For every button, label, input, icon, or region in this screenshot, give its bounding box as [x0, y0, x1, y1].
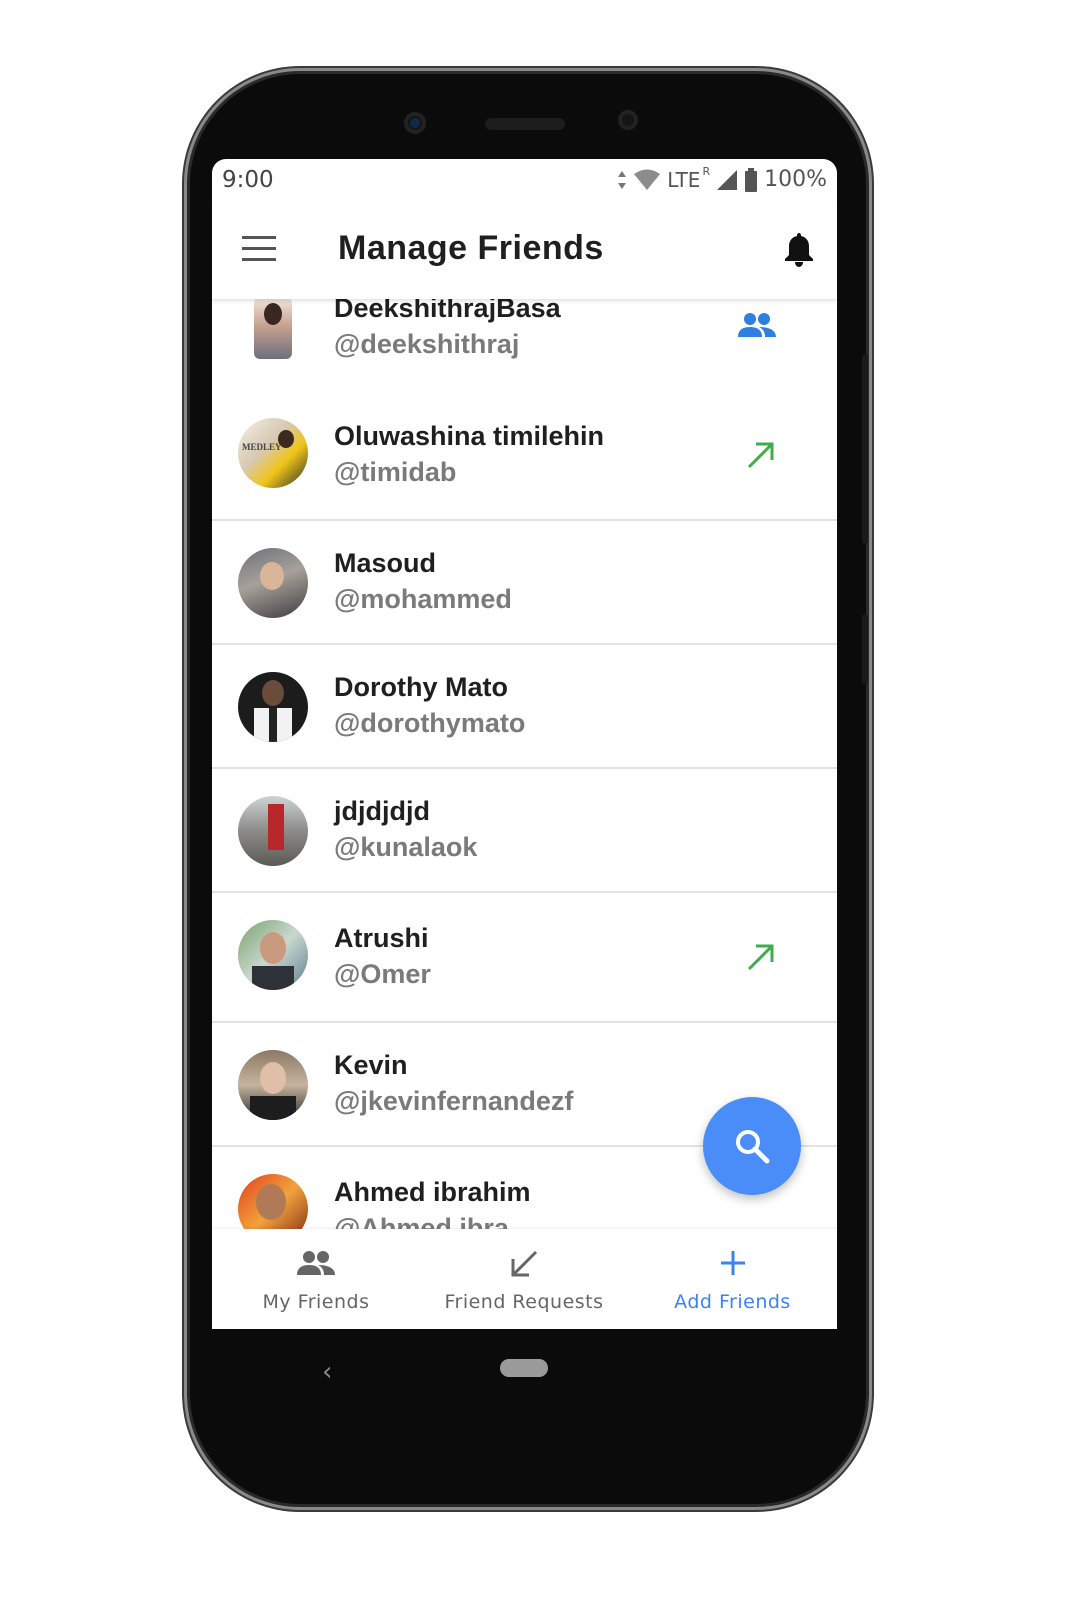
- home-button[interactable]: [500, 1359, 548, 1377]
- friend-name: Ahmed ibrahim: [334, 1177, 531, 1207]
- bottom-navigation: My Friends Friend Requests Add Friends: [212, 1229, 837, 1329]
- avatar: MEDLEY: [238, 418, 308, 488]
- avatar: [238, 548, 308, 618]
- avatar: [238, 796, 308, 866]
- tab-friend-requests[interactable]: Friend Requests: [420, 1229, 628, 1329]
- roaming-indicator: R: [702, 165, 711, 178]
- arrow-up-right-icon[interactable]: [745, 439, 777, 471]
- arrow-up-right-icon[interactable]: [745, 941, 777, 973]
- list-item[interactable]: Dorothy Mato @dorothymato: [212, 645, 837, 769]
- volume-button: [862, 614, 868, 684]
- friend-handle: @Omer: [334, 959, 431, 989]
- status-time: 9:00: [222, 167, 274, 193]
- friend-handle: @kunalaok: [334, 832, 478, 862]
- back-icon[interactable]: ‹: [322, 1357, 332, 1387]
- power-button: [862, 354, 868, 544]
- friend-handle: @dorothymato: [334, 708, 526, 738]
- tab-label: Add Friends: [674, 1291, 791, 1313]
- battery-icon: [745, 167, 758, 192]
- friend-name: DeekshithrajBasa: [334, 299, 561, 323]
- signal-icon: [717, 169, 738, 190]
- avatar: [238, 1050, 308, 1120]
- friend-handle: @deekshithraj: [334, 329, 520, 359]
- phone-frame: 9:00 LTE R 100% Manage Friends Deekshith…: [190, 74, 868, 1504]
- page-title: Manage Friends: [338, 229, 604, 267]
- friend-name: Kevin: [334, 1050, 408, 1080]
- status-bar: 9:00 LTE R 100%: [212, 159, 837, 203]
- avatar: [254, 299, 292, 359]
- tab-add-friends[interactable]: Add Friends: [628, 1229, 837, 1329]
- status-icons: LTE R 100%: [617, 165, 827, 192]
- friend-handle: @jkevinfernandezf: [334, 1086, 574, 1116]
- battery-level: 100%: [764, 167, 827, 192]
- avatar: [238, 672, 308, 742]
- menu-icon[interactable]: [242, 236, 276, 262]
- tab-label: My Friends: [262, 1291, 370, 1313]
- list-item[interactable]: DeekshithrajBasa @deekshithraj: [212, 299, 837, 393]
- wifi-icon: [634, 169, 661, 190]
- avatar: [238, 920, 308, 990]
- search-fab[interactable]: [703, 1097, 801, 1195]
- proximity-sensor: [618, 110, 638, 130]
- friend-handle: @timidab: [334, 457, 457, 487]
- list-item[interactable]: Masoud @mohammed: [212, 521, 837, 645]
- tab-label: Friend Requests: [444, 1291, 604, 1313]
- friend-name: Masoud: [334, 548, 437, 578]
- bell-icon[interactable]: [783, 231, 815, 267]
- arrow-down-left-icon: [511, 1250, 538, 1277]
- list-item[interactable]: jdjdjdjd @kunalaok: [212, 769, 837, 893]
- app-bar: Manage Friends: [212, 203, 837, 299]
- friend-handle: @Ahmed.ibra: [334, 1213, 509, 1229]
- friend-handle: @mohammed: [334, 584, 512, 614]
- earpiece: [485, 118, 565, 130]
- avatar: [238, 1174, 308, 1229]
- data-activity-icon: [618, 170, 627, 189]
- friend-name: Oluwashina timilehin: [334, 421, 605, 451]
- friend-name: jdjdjdjd: [334, 796, 430, 826]
- tab-my-friends[interactable]: My Friends: [212, 1229, 420, 1329]
- network-type: LTE: [667, 167, 701, 192]
- friend-name: Dorothy Mato: [334, 672, 508, 702]
- friends-list[interactable]: DeekshithrajBasa @deekshithraj MEDLEY Ol…: [212, 299, 837, 1229]
- people-icon: [297, 1251, 335, 1275]
- friend-name: Atrushi: [334, 923, 429, 953]
- screen: 9:00 LTE R 100% Manage Friends Deekshith…: [212, 159, 837, 1329]
- plus-icon: [720, 1251, 745, 1275]
- system-navigation-bar: ‹: [212, 1329, 837, 1419]
- list-item[interactable]: MEDLEY Oluwashina timilehin @timidab: [212, 391, 837, 521]
- list-item[interactable]: Atrushi @Omer: [212, 893, 837, 1023]
- search-icon: [736, 1130, 770, 1164]
- front-camera: [404, 112, 426, 134]
- friends-icon[interactable]: [737, 311, 777, 339]
